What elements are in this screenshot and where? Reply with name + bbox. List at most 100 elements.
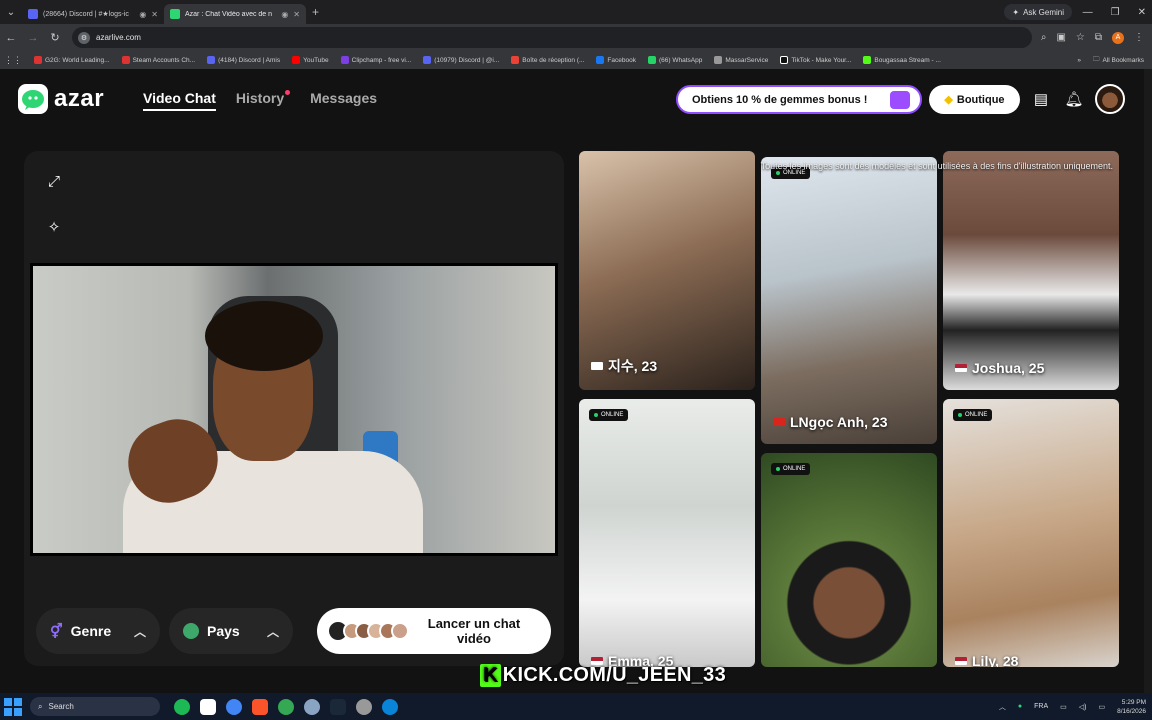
- minimize-icon[interactable]: —: [1083, 7, 1093, 18]
- azar-favicon-icon: [170, 9, 180, 19]
- bookmark-label: Boîte de réception (...: [522, 56, 585, 64]
- bookmark-label: Steam Accounts Ch...: [132, 56, 196, 64]
- gem-promo-button[interactable]: Obtiens 10 % de gemmes bonus !: [676, 85, 922, 114]
- nav-history[interactable]: History: [236, 90, 291, 111]
- spotify-icon[interactable]: [174, 698, 190, 715]
- chrome-icon[interactable]: [226, 698, 242, 715]
- page-scrollbar[interactable]: [1144, 69, 1152, 693]
- bookmark-item[interactable]: Facebook: [596, 56, 636, 64]
- bookmark-item[interactable]: (66) WhatsApp: [647, 56, 702, 64]
- browser-actions: ⌕ ▣ ☆ ⧉ A ⋮: [1041, 27, 1144, 48]
- reload-icon[interactable]: ↻: [44, 31, 66, 44]
- azar-logo[interactable]: azar: [18, 84, 104, 114]
- close-window-icon[interactable]: ✕: [1138, 7, 1146, 18]
- windows-start-icon[interactable]: [4, 697, 22, 716]
- browser-menu-icon[interactable]: ⋮: [1134, 32, 1144, 43]
- chrome-active-icon[interactable]: [278, 698, 294, 715]
- effects-wand-icon[interactable]: ✧: [40, 213, 68, 241]
- windows-taskbar: ⌕ Search ︿ ● FRA ▭ ◁) ▭ 5:29 PM 8/16/202…: [0, 693, 1152, 720]
- battery-icon[interactable]: ▭: [1098, 703, 1105, 711]
- bookmark-star-icon[interactable]: ☆: [1076, 32, 1085, 43]
- apps-grid-icon[interactable]: ⋮⋮: [4, 55, 22, 66]
- obs-icon[interactable]: [356, 698, 372, 715]
- profile-card[interactable]: ONLINE Emma, 25: [579, 399, 755, 667]
- taskbar-search[interactable]: ⌕ Search: [30, 697, 160, 716]
- online-label: ONLINE: [601, 412, 624, 418]
- profile-card[interactable]: Joshua, 25: [943, 151, 1119, 390]
- start-video-chat-button[interactable]: Lancer un chat vidéo: [317, 608, 551, 654]
- window-controls: — ❐ ✕: [1083, 0, 1146, 24]
- address-bar-row: ← → ↻ ⚙ azarlive.com ⌕ ▣ ☆ ⧉ A ⋮: [0, 24, 1152, 51]
- bookmark-favicon-icon: [863, 56, 872, 64]
- clock-date: 8/16/2026: [1117, 707, 1146, 715]
- site-info-icon[interactable]: ⚙: [78, 31, 90, 44]
- volume-icon[interactable]: ◁): [1079, 703, 1087, 711]
- bookmark-label: Bougassaa Stream - ...: [874, 56, 941, 64]
- bookmark-favicon-icon: [292, 56, 301, 64]
- ask-gemini-label: Ask Gemini: [1023, 7, 1064, 17]
- bookmark-item[interactable]: MassarService: [714, 56, 768, 64]
- tab-audio-icon[interactable]: ◉: [139, 10, 146, 19]
- tab-search-icon[interactable]: ⌄: [0, 0, 22, 24]
- profile-card[interactable]: ONLINE Lily, 28: [943, 399, 1119, 667]
- more-bookmarks-icon[interactable]: »: [1077, 57, 1081, 64]
- boutique-button[interactable]: ◆ Boutique: [929, 85, 1020, 114]
- bookmark-item[interactable]: (4184) Discord | Amis: [207, 56, 280, 64]
- gift-icon: [890, 91, 910, 109]
- new-tab-button[interactable]: +: [312, 5, 319, 19]
- bookmark-item[interactable]: Boîte de réception (...: [511, 56, 584, 64]
- user-avatar[interactable]: [1095, 84, 1125, 114]
- bookmark-item[interactable]: YouTube: [292, 56, 329, 64]
- steam-icon[interactable]: [330, 698, 346, 715]
- brave-icon[interactable]: [252, 698, 268, 715]
- browser-tab-discord[interactable]: (28664) Discord | #★logs-ic ◉ ✕: [22, 4, 164, 24]
- profile-card[interactable]: ONLINE: [761, 453, 937, 667]
- inbox-icon[interactable]: ▤: [1031, 89, 1051, 109]
- bookmark-item[interactable]: Steam Accounts Ch...: [121, 56, 196, 64]
- bookmarks-bar: ⋮⋮ G2G: World Leading... Steam Accounts …: [0, 51, 1152, 69]
- browser-tab-azar[interactable]: Azar : Chat Vidéo avec de n ◉ ✕: [164, 4, 306, 24]
- profile-avatar[interactable]: A: [1112, 31, 1124, 44]
- all-bookmarks-button[interactable]: 🗀 All Bookmarks: [1093, 55, 1144, 66]
- bell-icon[interactable]: 🔔︎: [1064, 89, 1084, 109]
- tray-overflow-icon[interactable]: ︿: [999, 702, 1006, 712]
- edge-icon[interactable]: [382, 698, 398, 715]
- screen-share-icon[interactable]: ▣: [1056, 32, 1065, 43]
- tab-title: (28664) Discord | #★logs-ic: [43, 11, 129, 18]
- profile-name-text: Joshua, 25: [972, 360, 1045, 376]
- tab-close-icon[interactable]: ✕: [293, 10, 300, 19]
- flag-icon: [773, 418, 785, 426]
- profile-card[interactable]: ONLINE LNgọc Anh, 23: [761, 157, 937, 444]
- expand-icon[interactable]: ⤢: [40, 167, 68, 195]
- nav-messages[interactable]: Messages: [310, 90, 377, 111]
- m-app-icon[interactable]: [200, 698, 216, 715]
- extensions-icon[interactable]: ⧉: [1095, 32, 1102, 43]
- bookmark-item[interactable]: G2G: World Leading...: [34, 56, 110, 64]
- bookmark-item[interactable]: (10979) Discord | @i...: [423, 56, 499, 64]
- network-icon[interactable]: ▭: [1060, 703, 1067, 711]
- url-bar[interactable]: ⚙ azarlive.com: [72, 27, 1032, 48]
- main-nav: Video Chat History Messages: [143, 90, 377, 111]
- bookmark-item[interactable]: Clipchamp - free vi...: [340, 56, 411, 64]
- taskbar-clock[interactable]: 5:29 PM 8/16/2026: [1117, 698, 1146, 716]
- bookmark-label: (10979) Discord | @i...: [434, 56, 500, 64]
- taskbar-search-label: Search: [48, 702, 74, 711]
- back-icon[interactable]: ←: [0, 32, 22, 44]
- forward-icon[interactable]: →: [22, 32, 44, 44]
- country-filter-button[interactable]: Pays ︿: [169, 608, 293, 654]
- settings-icon[interactable]: [304, 698, 320, 715]
- ask-gemini-button[interactable]: ✦ Ask Gemini: [1004, 4, 1072, 20]
- gender-filter-button[interactable]: ⚥ Genre ︿: [36, 608, 160, 654]
- restore-icon[interactable]: ❐: [1111, 7, 1120, 18]
- nav-video-chat[interactable]: Video Chat: [143, 90, 216, 111]
- tab-audio-icon[interactable]: ◉: [281, 10, 288, 19]
- tab-close-icon[interactable]: ✕: [151, 10, 158, 19]
- zoom-icon[interactable]: ⌕: [1041, 32, 1047, 43]
- profile-card[interactable]: 지수, 23: [579, 151, 755, 390]
- bookmark-favicon-icon: [714, 56, 723, 64]
- bookmark-item[interactable]: TikTok - Make Your...: [780, 56, 851, 64]
- microphone-icon[interactable]: ●: [1018, 703, 1022, 710]
- azar-logo-icon: [18, 84, 48, 114]
- bookmark-item[interactable]: Bougassaa Stream - ...: [863, 56, 941, 64]
- language-indicator[interactable]: FRA: [1034, 703, 1048, 710]
